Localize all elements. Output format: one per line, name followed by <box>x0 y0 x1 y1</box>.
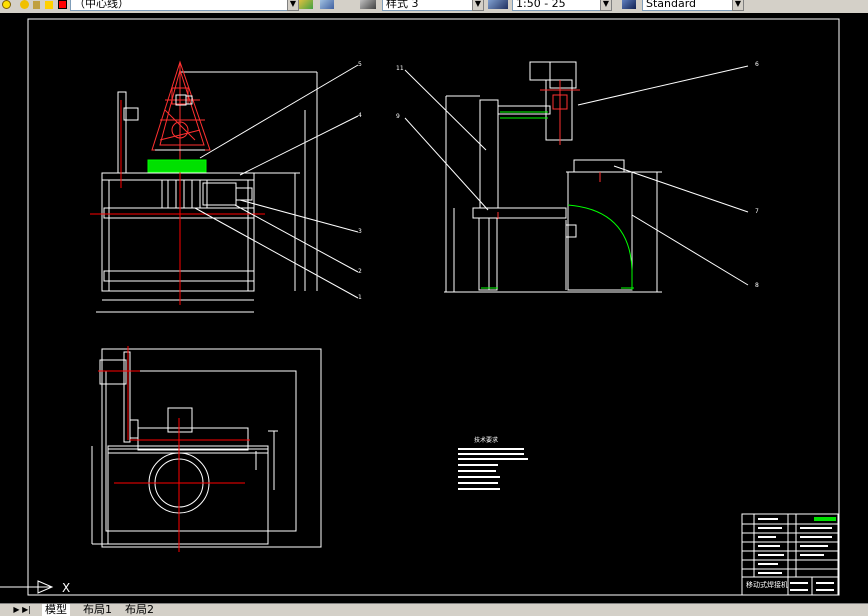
text-style-icon[interactable] <box>622 0 636 9</box>
tab-model[interactable]: 模型 <box>42 604 70 616</box>
tab-layout2[interactable]: 布局2 <box>122 604 157 616</box>
callout-6: 6 <box>755 61 759 68</box>
callout-9: 9 <box>396 113 400 120</box>
layer-sun-icon[interactable] <box>20 0 29 9</box>
layer-dropdown[interactable]: （中心线） <box>70 0 292 11</box>
layer-lock-icon[interactable] <box>33 1 40 9</box>
toolbar: （中心线） ▼ 样式 3 ▼ 1:50 - 25 ▼ Standard ▼ <box>0 0 868 14</box>
dimension-style-icon[interactable] <box>360 0 376 9</box>
layer-dropdown-arrow[interactable]: ▼ <box>287 0 299 11</box>
layer-bulb-icon[interactable] <box>2 0 11 9</box>
callout-3: 3 <box>358 228 362 235</box>
tab-layout1[interactable]: 布局1 <box>80 604 115 616</box>
layout-tab-bar: ▶ ▶| 模型 布局1 布局2 <box>0 603 868 616</box>
callout-7: 7 <box>755 208 759 215</box>
tab-nav-last-icon[interactable]: ▶| <box>22 605 31 615</box>
technical-requirements-title: 技术要求 <box>474 436 498 444</box>
callout-11: 11 <box>396 65 404 72</box>
callout-2: 2 <box>358 268 362 275</box>
layer-previous-icon[interactable] <box>320 0 334 9</box>
text-style-dropdown[interactable]: Standard <box>642 0 742 11</box>
tab-nav-prev-icon[interactable]: ▶ <box>12 605 21 615</box>
scale-dropdown[interactable]: 1:50 - 25 <box>512 0 610 11</box>
dimension-style-dropdown-arrow[interactable]: ▼ <box>472 0 484 11</box>
callout-4: 4 <box>358 112 362 119</box>
drawing-canvas[interactable]: 5 4 3 2 1 11 9 6 7 8 技术要求 移动式焊接机 X <box>0 13 868 603</box>
make-current-layer-icon[interactable] <box>299 0 313 9</box>
layer-color-icon[interactable] <box>45 1 53 9</box>
text-style-dropdown-arrow[interactable]: ▼ <box>732 0 744 11</box>
title-block-title: 移动式焊接机 <box>746 580 788 589</box>
front-view-green-plate <box>147 159 207 173</box>
callout-1: 1 <box>358 294 362 301</box>
scale-dropdown-arrow[interactable]: ▼ <box>600 0 612 11</box>
dimension-style-dropdown[interactable]: 样式 3 <box>382 0 482 11</box>
title-block-green-mark <box>814 517 836 521</box>
table-style-icon[interactable] <box>488 0 508 9</box>
ucs-x-label: X <box>62 581 70 595</box>
callout-8: 8 <box>755 282 759 289</box>
layer-color-swatch-icon[interactable] <box>58 0 67 9</box>
callout-5: 5 <box>358 61 362 68</box>
